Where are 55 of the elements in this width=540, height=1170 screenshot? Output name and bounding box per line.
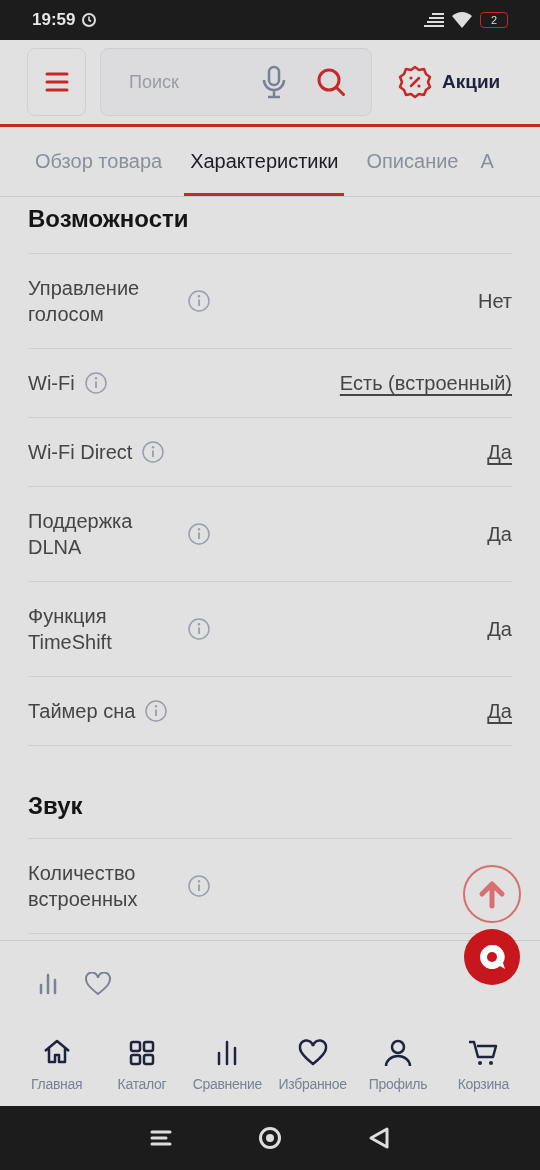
nav-item[interactable]: Каталог — [99, 1037, 185, 1095]
menu-button[interactable] — [27, 48, 86, 116]
menu-icon — [44, 71, 69, 93]
tab[interactable]: А — [480, 127, 494, 196]
heart-icon[interactable] — [84, 971, 112, 996]
spec-value: Да — [487, 522, 512, 547]
info-icon[interactable] — [188, 618, 210, 640]
compare-icon[interactable] — [38, 972, 58, 995]
info-icon[interactable] — [188, 290, 210, 312]
chat-button[interactable] — [464, 929, 520, 985]
spec-label: Поддержка DLNA — [28, 509, 134, 560]
nav-item[interactable]: Избранное — [270, 1037, 356, 1095]
spec-value: Нет — [477, 289, 512, 314]
spec-label: Функция TimeShift — [28, 604, 113, 655]
tab[interactable]: Описание — [366, 127, 459, 196]
nav-item[interactable]: Профиль — [355, 1037, 441, 1095]
info-icon[interactable] — [188, 875, 210, 897]
status-time: 19:59 — [32, 9, 76, 32]
chat-icon — [478, 943, 506, 971]
spec-label: Wi-Fi — [28, 371, 75, 396]
discount-badge-icon — [398, 65, 432, 99]
spec-value-link[interactable]: Да — [487, 439, 512, 465]
tab[interactable]: Обзор товара — [35, 127, 163, 196]
info-icon[interactable] — [188, 523, 210, 545]
info-icon[interactable] — [84, 372, 107, 394]
home-button-icon[interactable] — [258, 1126, 282, 1150]
info-icon[interactable] — [145, 700, 168, 722]
nav-item[interactable]: Главная — [14, 1037, 100, 1095]
spec-label: Таймер сна — [28, 699, 136, 724]
signal-icon — [424, 13, 444, 27]
section-heading: Возможности — [28, 204, 190, 234]
search-field[interactable]: Поиск — [100, 48, 372, 116]
spec-label: Управление голосом — [28, 276, 141, 327]
heart-icon — [297, 1037, 328, 1068]
spec-label: Количество встроенных — [28, 861, 139, 912]
nav-item[interactable]: Сравнение — [184, 1037, 270, 1095]
spec-value: Да — [487, 617, 512, 642]
back-icon[interactable] — [368, 1126, 390, 1150]
user-icon — [382, 1037, 413, 1068]
arrow-up-icon — [477, 879, 507, 909]
recent-apps-icon[interactable] — [150, 1129, 172, 1147]
spec-value-link[interactable]: Есть (встроенный) — [339, 370, 512, 396]
spec-value-link[interactable]: Да — [487, 698, 512, 724]
section-heading: Звук — [28, 791, 84, 821]
nav-item[interactable]: Корзина — [440, 1037, 526, 1095]
wifi-icon — [452, 12, 472, 28]
promo-link[interactable]: Акции — [398, 65, 501, 99]
battery-indicator: 2 — [480, 12, 508, 28]
search-icon[interactable] — [316, 67, 346, 97]
info-icon[interactable] — [142, 441, 165, 463]
tab[interactable]: Характеристики — [184, 127, 345, 196]
microphone-icon[interactable] — [262, 65, 286, 99]
scroll-up-button[interactable] — [463, 865, 521, 923]
spec-label: Wi-Fi Direct — [28, 440, 133, 465]
alarm-icon — [81, 12, 98, 28]
